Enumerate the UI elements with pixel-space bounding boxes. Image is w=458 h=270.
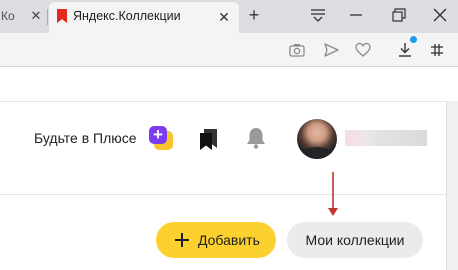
page-top-area [0, 67, 458, 101]
new-tab-icon[interactable]: + [244, 5, 264, 25]
tab-previous-close-icon[interactable]: ✕ [29, 9, 43, 23]
user-name-redacted [345, 130, 427, 146]
restore-icon[interactable] [385, 4, 411, 26]
download-notification-dot [410, 36, 417, 43]
annotation-arrow-icon [326, 170, 340, 220]
plus-badge-icon[interactable]: + [149, 126, 173, 150]
heart-icon[interactable] [354, 41, 372, 59]
notifications-bell-icon[interactable] [245, 126, 267, 150]
page-scrollbar[interactable] [446, 101, 458, 270]
tab-active-title: Яндекс.Коллекции [73, 9, 181, 23]
tab-strip: Ко ✕ Яндекс.Коллекции ✕ + [0, 0, 458, 33]
tab-separator [47, 9, 48, 25]
camera-icon[interactable] [288, 41, 306, 59]
browser-toolbar [0, 33, 458, 67]
collections-bookmark-icon[interactable] [198, 127, 220, 151]
collections-favicon-icon [57, 9, 67, 23]
browser-window: Ко ✕ Яндекс.Коллекции ✕ + Будьте в Плюсе… [0, 0, 458, 270]
plus-promo-link[interactable]: Будьте в Плюсе [34, 130, 137, 146]
tab-close-icon[interactable]: ✕ [215, 8, 233, 26]
tabs-menu-icon[interactable] [305, 4, 331, 26]
minimize-icon[interactable] [343, 4, 369, 26]
user-avatar[interactable] [297, 119, 337, 159]
tab-active[interactable]: Яндекс.Коллекции ✕ [49, 2, 239, 33]
my-collections-button[interactable]: Мои коллекции [287, 222, 423, 258]
add-button-label: Добавить [198, 232, 260, 248]
send-icon[interactable] [322, 41, 340, 59]
tab-previous-label: Ко [1, 9, 15, 23]
extensions-icon[interactable] [428, 41, 446, 59]
site-header: Будьте в Плюсе + [0, 101, 446, 195]
close-window-icon[interactable] [427, 4, 453, 26]
my-collections-label: Мои коллекции [305, 232, 405, 248]
add-button[interactable]: Добавить [156, 222, 276, 258]
plus-icon [172, 230, 192, 250]
download-icon[interactable] [396, 41, 414, 59]
